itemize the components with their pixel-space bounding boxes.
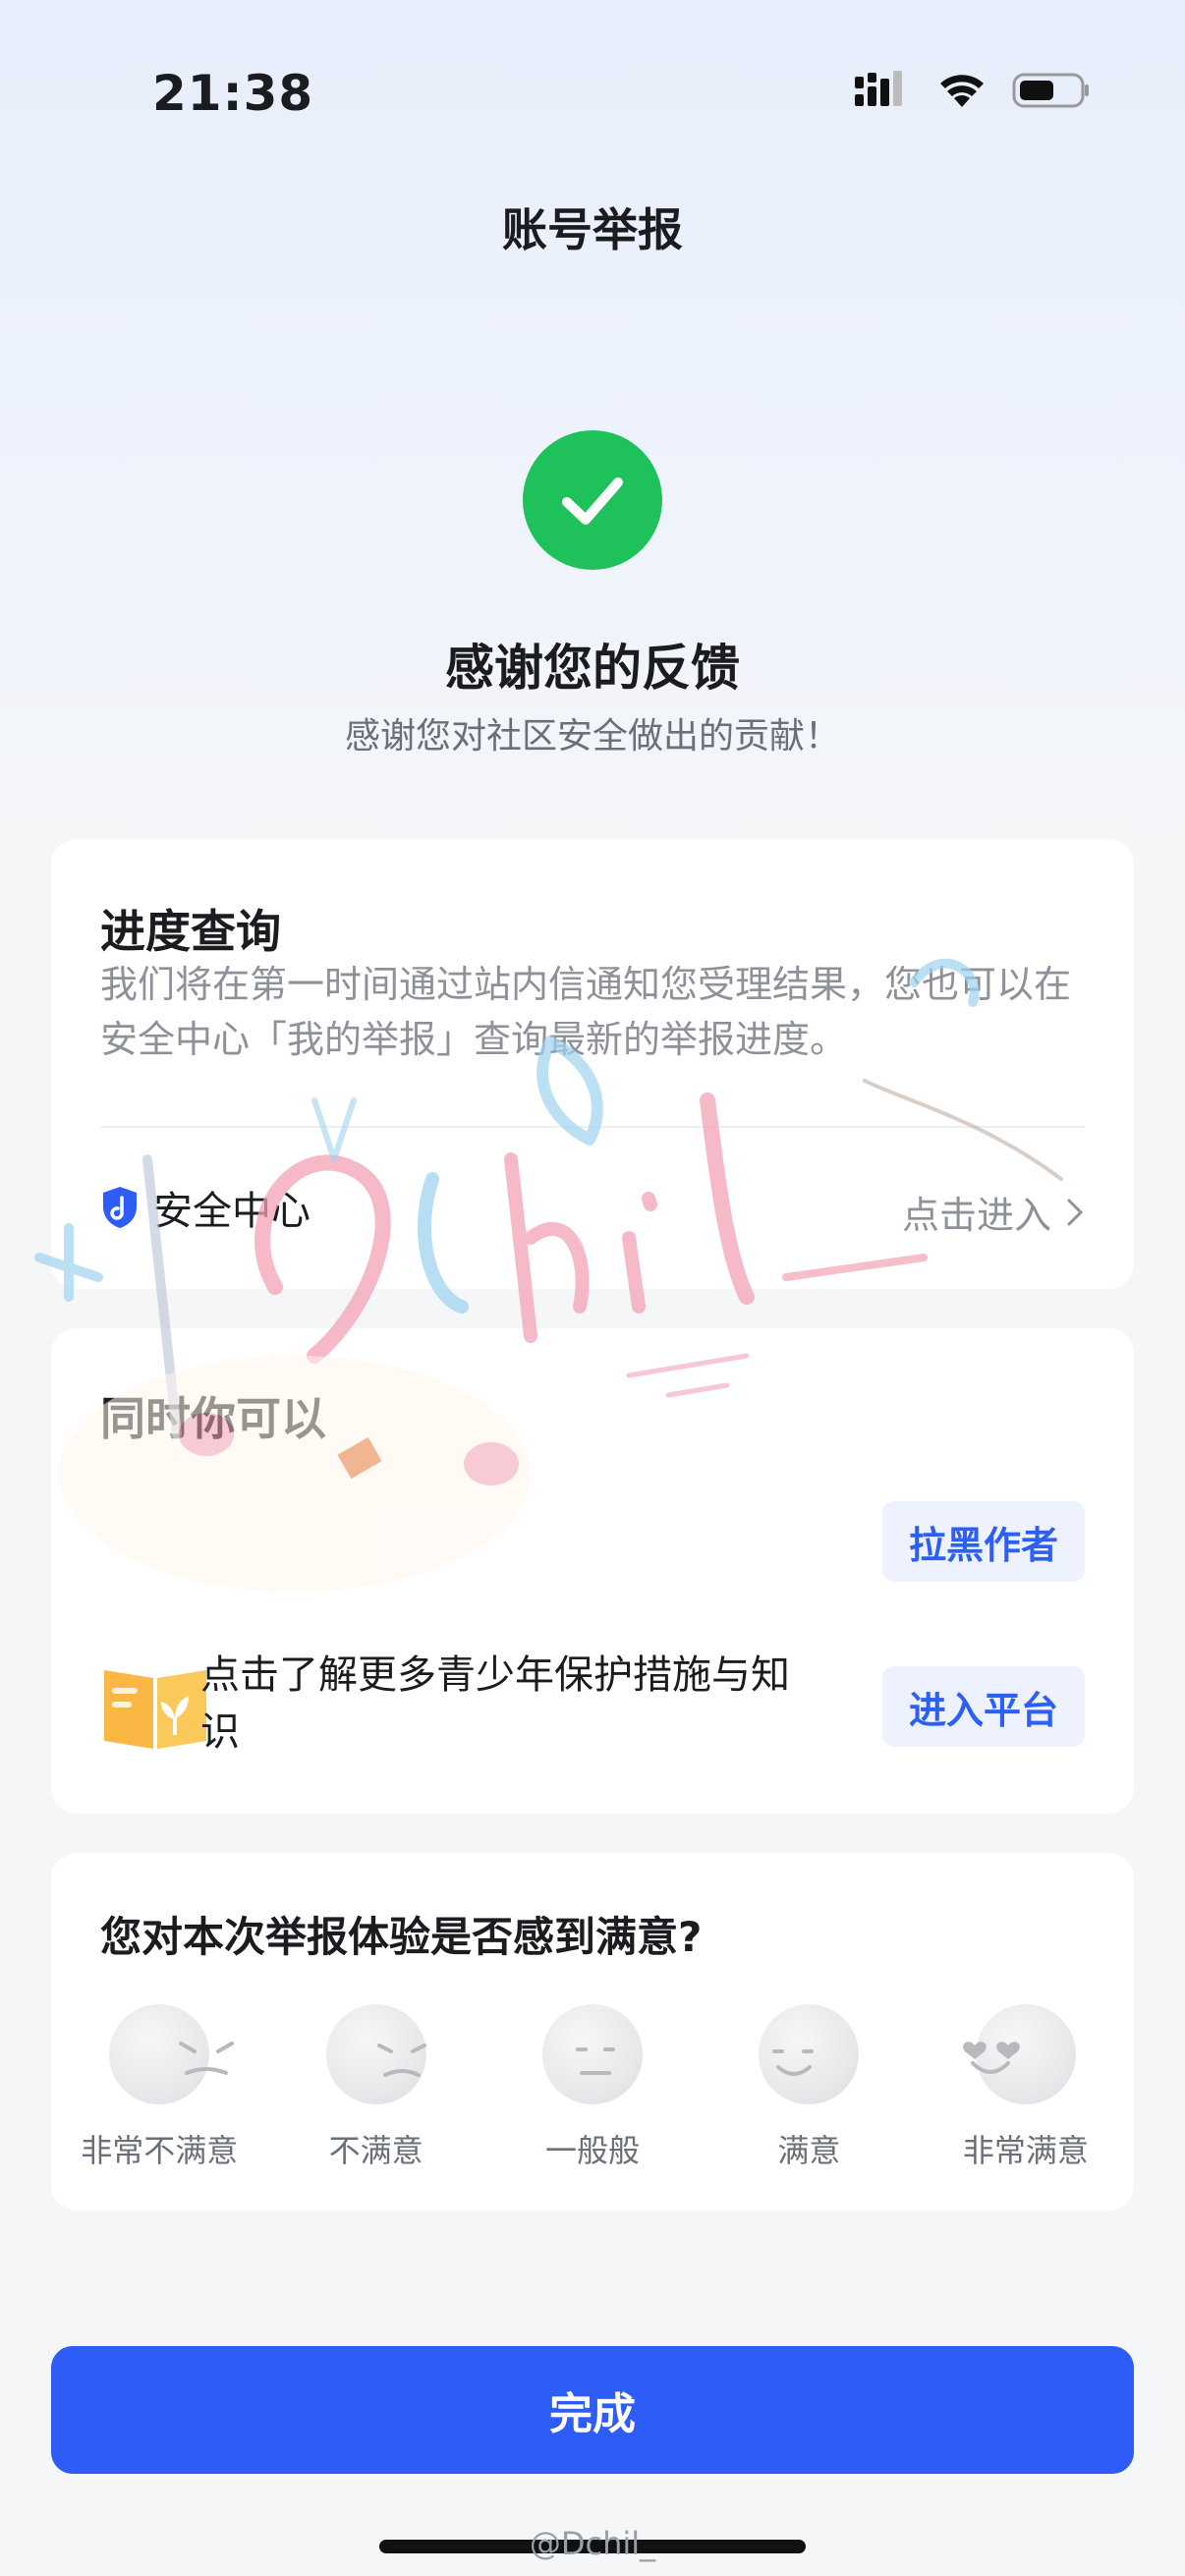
option-label: 非常满意: [962, 2132, 1089, 2169]
option-label: 非常不满意: [81, 2132, 239, 2169]
result-title: 感谢您的反馈: [445, 640, 740, 697]
satisfied-face-icon: [759, 2004, 860, 2104]
security-center-row[interactable]: 安全中心: [100, 1179, 310, 1236]
satisfaction-options: 非常不满意 不满意 一般般 满意 非常满意: [51, 2004, 1134, 2171]
enter-label: 点击进入: [901, 1194, 1051, 1237]
option-very-dissatisfied[interactable]: 非常不满意: [51, 2004, 267, 2171]
progress-card-title: 进度查询: [100, 905, 281, 958]
option-neutral[interactable]: 一般般: [484, 2004, 701, 2171]
success-check-icon: [523, 430, 662, 570]
youth-protection-text[interactable]: 点击了解更多青少年保护措施与知识: [200, 1647, 790, 1761]
option-very-satisfied[interactable]: 非常满意: [918, 2004, 1134, 2171]
survey-question: 您对本次举报体验是否感到满意?: [100, 1913, 703, 1961]
neutral-face-icon: [542, 2004, 644, 2104]
very-dissatisfied-face-icon: [109, 2004, 210, 2104]
progress-description: 我们将在第一时间通过站内信通知您受理结果，您也可以在安全中心「我的举报」查询最新…: [100, 963, 1072, 1061]
wifi-icon: [940, 75, 984, 107]
option-label: 满意: [777, 2132, 841, 2169]
option-satisfied[interactable]: 满意: [701, 2004, 917, 2171]
page-title: 账号举报: [502, 203, 683, 256]
security-center-enter-link[interactable]: 点击进入: [902, 1185, 1085, 1239]
very-satisfied-face-icon: [975, 2004, 1076, 2104]
option-dissatisfied[interactable]: 不满意: [267, 2004, 483, 2171]
shield-icon: [103, 1187, 137, 1228]
signal-icon: [855, 71, 902, 106]
option-label: 一般般: [545, 2132, 641, 2169]
status-icons: [853, 71, 1091, 110]
done-button[interactable]: 完成: [51, 2346, 1134, 2474]
chevron-right-icon: [1067, 1199, 1084, 1225]
battery-icon: [1012, 73, 1089, 108]
youth-book-icon: [98, 1660, 212, 1759]
dissatisfied-face-icon: [325, 2004, 426, 2104]
block-author-button[interactable]: 拉黑作者: [882, 1501, 1085, 1582]
progress-card: 进度查询 我们将在第一时间通过站内信通知您受理结果，您也可以在安全中心「我的举报…: [51, 839, 1134, 1289]
actions-card-title: 同时你可以: [100, 1392, 326, 1445]
weibo-watermark: @Dchil_: [529, 2525, 656, 2562]
security-center-label: 安全中心: [153, 1189, 310, 1234]
divider: [100, 1126, 1085, 1128]
option-label: 不满意: [328, 2132, 423, 2169]
enter-platform-button[interactable]: 进入平台: [882, 1666, 1085, 1747]
result-subtitle: 感谢您对社区安全做出的贡献！: [344, 716, 840, 756]
status-time: 21:38: [152, 65, 314, 122]
